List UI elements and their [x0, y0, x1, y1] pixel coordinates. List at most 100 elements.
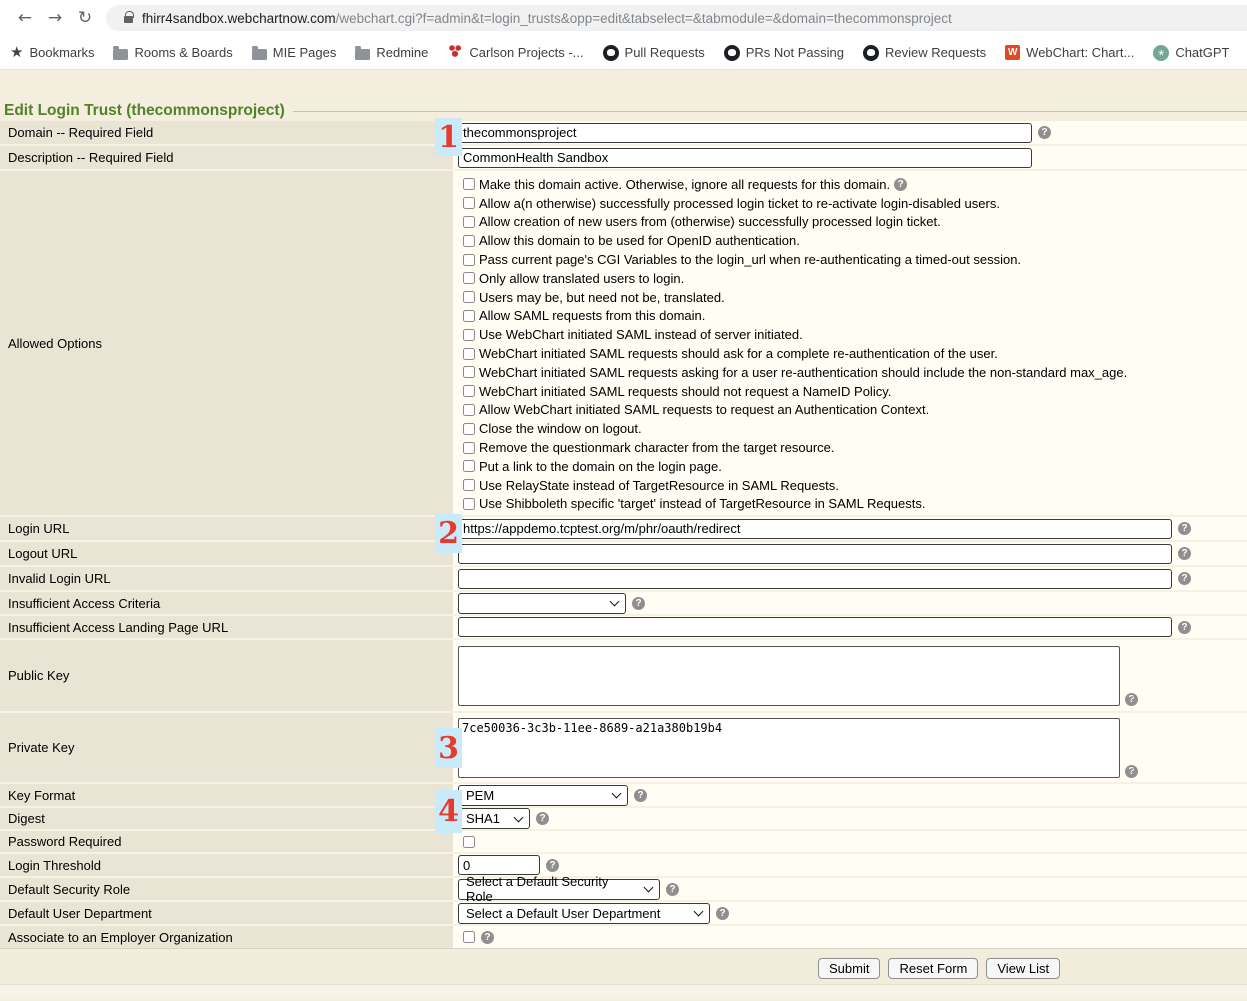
help-icon[interactable]: ?: [1038, 126, 1051, 139]
option-label: Use WebChart initiated SAML instead of s…: [479, 327, 803, 342]
option-checkbox[interactable]: [463, 216, 475, 228]
option-row: Allow creation of new users from (otherw…: [463, 213, 1247, 232]
option-label: WebChart initiated SAML requests asking …: [479, 365, 1127, 380]
option-checkbox[interactable]: [463, 329, 475, 341]
option-checkbox[interactable]: [463, 235, 475, 247]
annotation-2: 2: [435, 514, 462, 553]
bookmark-item-chatgpt[interactable]: * ChatGPT: [1153, 45, 1229, 61]
option-checkbox[interactable]: [463, 178, 475, 190]
reload-icon[interactable]: ↻: [70, 8, 100, 28]
help-icon[interactable]: ?: [666, 883, 679, 896]
back-icon[interactable]: ←: [10, 8, 40, 28]
row-default-user-department: Default User Department Select a Default…: [0, 902, 1247, 926]
option-checkbox[interactable]: [463, 197, 475, 209]
bookmark-item-prs-not-passing[interactable]: PRs Not Passing: [724, 45, 844, 61]
row-invalid-login-url: Invalid Login URL ?: [0, 567, 1247, 592]
private-key-label: Private Key: [0, 713, 453, 782]
description-label: Description -- Required Field: [0, 146, 453, 169]
option-row: Use WebChart initiated SAML instead of s…: [463, 325, 1247, 344]
option-checkbox[interactable]: [463, 366, 475, 378]
key-format-select[interactable]: PEM: [458, 785, 628, 806]
option-row: Allow SAML requests from this domain.: [463, 307, 1247, 326]
associate-employer-checkbox[interactable]: [463, 931, 475, 943]
default-security-role-label: Default Security Role: [0, 878, 453, 900]
submit-button[interactable]: Submit: [818, 958, 880, 979]
option-checkbox[interactable]: [463, 460, 475, 472]
option-checkbox[interactable]: [463, 404, 475, 416]
option-row: Make this domain active. Otherwise, igno…: [463, 175, 1247, 194]
help-icon[interactable]: ?: [1178, 621, 1191, 634]
option-checkbox[interactable]: [463, 423, 475, 435]
logout-url-input[interactable]: [458, 544, 1172, 564]
resize-grip-icon[interactable]: [1127, 767, 1136, 776]
help-icon[interactable]: ?: [481, 931, 494, 944]
help-icon[interactable]: ?: [1178, 572, 1191, 585]
option-checkbox[interactable]: [463, 479, 475, 491]
public-key-textarea[interactable]: [458, 646, 1120, 706]
option-checkbox[interactable]: [463, 348, 475, 360]
bookmark-item-mie-pages[interactable]: MIE Pages: [252, 45, 337, 60]
help-icon[interactable]: ?: [894, 178, 907, 191]
bookmark-item-webchart[interactable]: W WebChart: Chart...: [1005, 45, 1134, 60]
help-icon[interactable]: ?: [536, 812, 549, 825]
option-label: Make this domain active. Otherwise, igno…: [479, 177, 890, 192]
star-icon: ★: [10, 45, 23, 60]
row-logout-url: Logout URL ?: [0, 542, 1247, 567]
public-key-label: Public Key: [0, 640, 453, 711]
help-icon[interactable]: ?: [634, 789, 647, 802]
bookmark-item-carlson-projects[interactable]: Carlson Projects -...: [447, 43, 583, 62]
option-row: Allow WebChart initiated SAML requests t…: [463, 401, 1247, 420]
digest-select[interactable]: SHA1: [458, 808, 530, 829]
reset-form-button[interactable]: Reset Form: [888, 958, 978, 979]
option-checkbox[interactable]: [463, 385, 475, 397]
help-icon[interactable]: ?: [1178, 522, 1191, 535]
view-list-button[interactable]: View List: [986, 958, 1060, 979]
bookmark-item-review-requests[interactable]: Review Requests: [863, 45, 986, 61]
login-threshold-input[interactable]: [458, 855, 540, 875]
bookmark-item-pull-requests[interactable]: Pull Requests: [603, 45, 705, 61]
password-required-checkbox[interactable]: [463, 836, 475, 848]
bookmark-label: WebChart: Chart...: [1026, 45, 1134, 60]
help-icon[interactable]: ?: [1178, 547, 1191, 560]
option-row: Use RelayState instead of TargetResource…: [463, 476, 1247, 495]
option-checkbox[interactable]: [463, 498, 475, 510]
associate-employer-label: Associate to an Employer Organization: [0, 926, 453, 948]
description-input[interactable]: [458, 148, 1032, 168]
option-checkbox[interactable]: [463, 310, 475, 322]
row-private-key: Private Key 7ce50036-3c3b-11ee-8689-a21a…: [0, 713, 1247, 784]
option-checkbox[interactable]: [463, 254, 475, 266]
bookmark-item-rooms-boards[interactable]: Rooms & Boards: [113, 45, 232, 60]
url-text: fhirr4sandbox.webchartnow.com/webchart.c…: [142, 11, 952, 26]
invalid-login-url-input[interactable]: [458, 569, 1172, 589]
row-associate-employer: Associate to an Employer Organization ?: [0, 926, 1247, 948]
bookmark-item-redmine[interactable]: Redmine: [355, 45, 428, 60]
lock-icon[interactable]: [124, 16, 133, 23]
allowed-options-list: Make this domain active. Otherwise, igno…: [457, 171, 1247, 515]
bookmark-item-bookmarks[interactable]: ★ Bookmarks: [10, 45, 94, 60]
forward-icon[interactable]: →: [40, 8, 70, 28]
option-row: Put a link to the domain on the login pa…: [463, 457, 1247, 476]
url-bar[interactable]: fhirr4sandbox.webchartnow.com/webchart.c…: [106, 5, 1247, 31]
folder-icon: [252, 49, 267, 60]
selected-value: PEM: [466, 788, 494, 803]
help-icon[interactable]: ?: [632, 597, 645, 610]
option-label: Close the window on logout.: [479, 421, 642, 436]
github-icon: [863, 45, 879, 61]
option-checkbox[interactable]: [463, 442, 475, 454]
domain-input[interactable]: [458, 123, 1032, 143]
option-checkbox[interactable]: [463, 291, 475, 303]
private-key-textarea[interactable]: 7ce50036-3c3b-11ee-8689-a21a380b19b4: [458, 718, 1120, 778]
option-checkbox[interactable]: [463, 272, 475, 284]
option-label: Use Shibboleth specific 'target' instead…: [479, 496, 925, 511]
help-icon[interactable]: ?: [546, 859, 559, 872]
login-url-input[interactable]: [458, 519, 1172, 539]
help-icon[interactable]: ?: [716, 907, 729, 920]
default-user-department-select[interactable]: Select a Default User Department: [458, 903, 710, 924]
default-security-role-select[interactable]: Select a Default Security Role: [458, 879, 660, 900]
chevron-down-icon: [612, 789, 622, 799]
bookmark-label: Rooms & Boards: [134, 45, 232, 60]
row-password-required: Password Required: [0, 831, 1247, 854]
resize-grip-icon[interactable]: [1127, 695, 1136, 704]
insufficient-access-landing-input[interactable]: [458, 617, 1172, 637]
insufficient-access-criteria-select[interactable]: [458, 593, 626, 614]
